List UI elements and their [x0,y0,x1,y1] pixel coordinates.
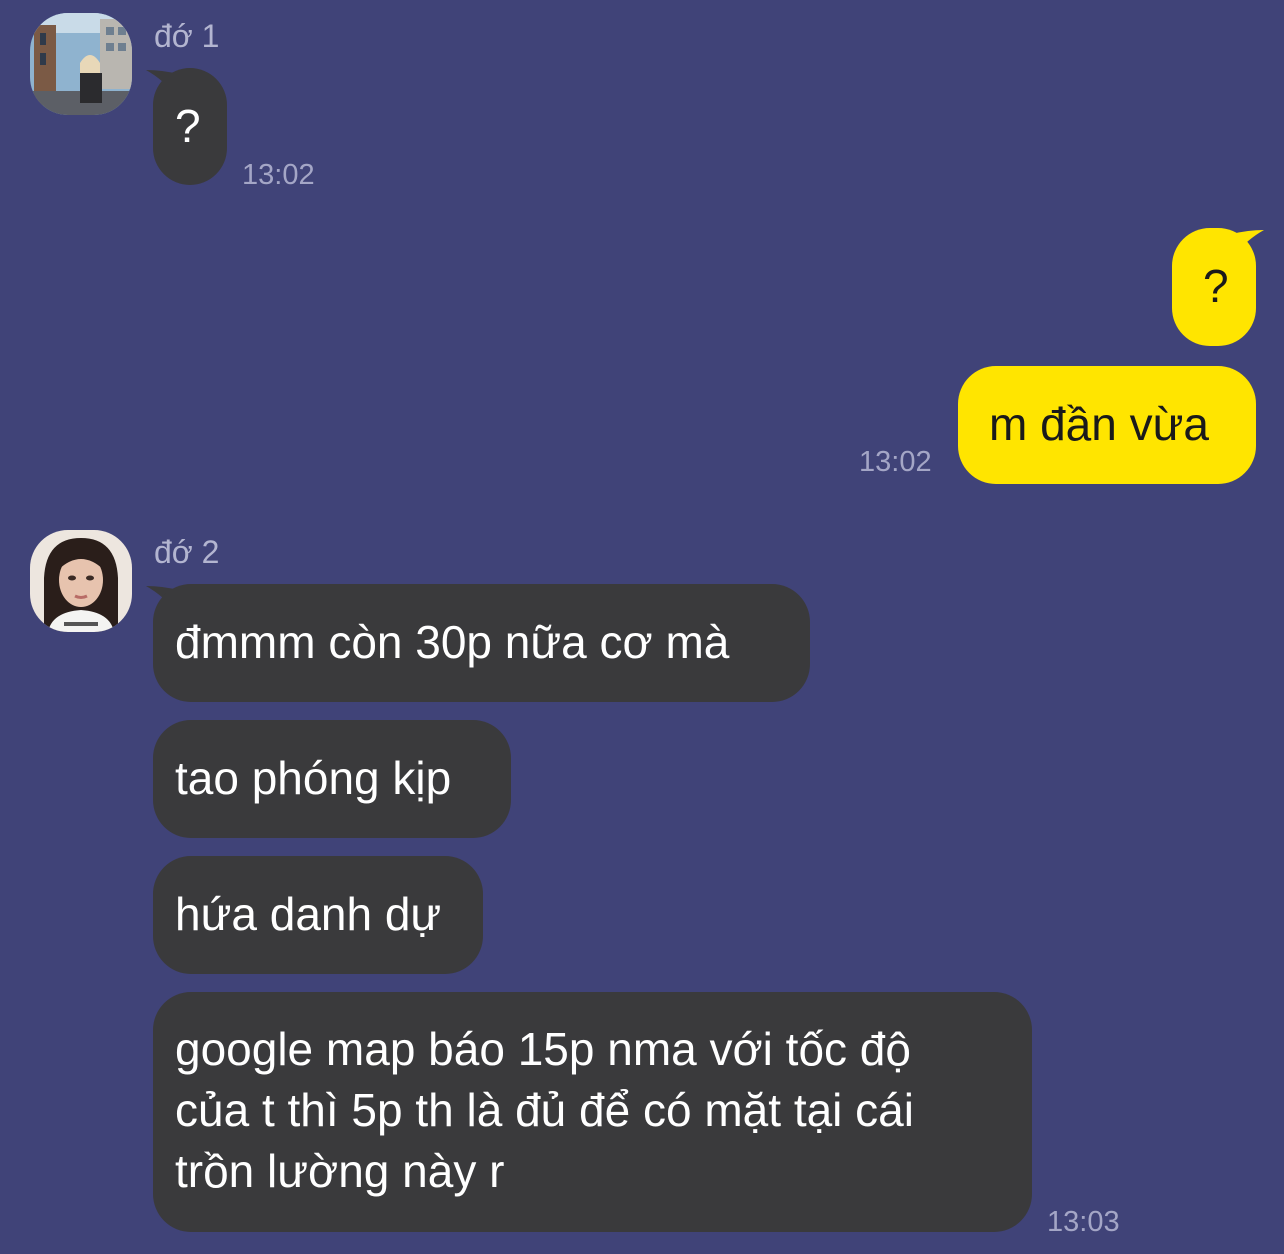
incoming-message-3[interactable]: tao phóng kịp [153,720,511,838]
incoming-message-4[interactable]: hứa danh dự [153,856,483,974]
message-text: tao phóng kịp [175,752,452,804]
message-timestamp: 13:03 [1047,1206,1120,1238]
outgoing-message-1[interactable]: ? [1172,228,1256,346]
sender-1-avatar[interactable] [30,13,132,115]
message-timestamp: 13:02 [242,159,315,191]
message-text-line: google map báo 15p nma với tốc độ [175,1023,911,1075]
incoming-message-2[interactable]: đmmm còn 30p nữa cơ mà [153,584,810,702]
message-text: hứa danh dự [175,888,442,940]
message-text: đmmm còn 30p nữa cơ mà [175,616,730,668]
message-text-line: trồn lường này r [175,1145,505,1197]
outgoing-message-2[interactable]: m đần vừa [958,366,1256,484]
message-text-line: của t thì 5p th là đủ để có mặt tại cái [175,1084,914,1136]
sender-2-avatar[interactable] [30,530,132,632]
incoming-message-5[interactable]: google map báo 15p nma với tốc độ của t … [153,992,1032,1232]
message-text: ? [1203,260,1229,312]
sender-1-name: đớ 1 [154,18,220,54]
sender-2-name: đớ 2 [154,534,220,570]
incoming-message-1[interactable]: ? [153,68,227,185]
message-timestamp: 13:02 [859,446,932,478]
message-text: m đần vừa [989,398,1210,450]
message-text: ? [175,100,201,152]
